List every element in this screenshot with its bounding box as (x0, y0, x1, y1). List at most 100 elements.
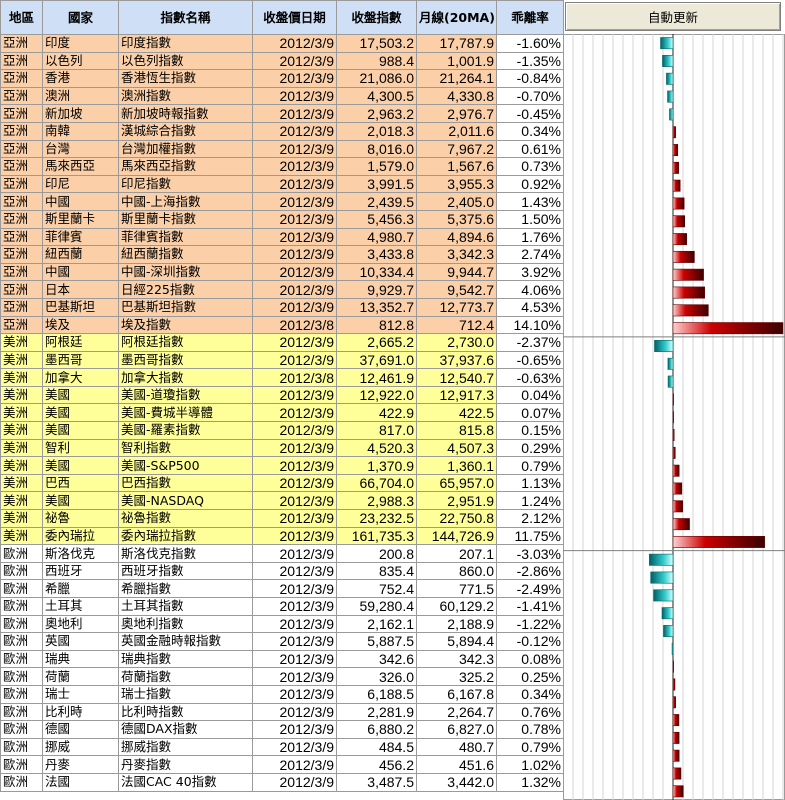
positive-deviation-bar (672, 429, 675, 442)
table-cell-deviation: 1.50% (496, 209, 564, 229)
table-cell-index-name: 希臘指數 (118, 579, 253, 598)
table-cell-date: 2012/3/9 (252, 157, 337, 176)
table-cell-ma20: 12,773.7 (416, 297, 497, 317)
table-cell-index-name: 台灣加權指數 (118, 139, 253, 159)
table-cell-index-name: 美國-羅素指數 (118, 421, 253, 440)
table-cell-date: 2012/3/9 (252, 139, 337, 159)
table-cell-date: 2012/3/9 (252, 614, 337, 634)
table-cell-deviation: -0.63% (496, 368, 564, 387)
table-cell-close: 12,922.0 (336, 385, 417, 405)
table-cell-close: 484.5 (336, 737, 417, 757)
table-cell-close: 66,704.0 (336, 473, 417, 493)
table-cell-region: 歐洲 (0, 614, 43, 634)
table-cell-region: 歐洲 (0, 561, 43, 581)
table-cell-region: 歐洲 (0, 737, 43, 757)
table-row: 歐洲 土耳其 土耳其指數 2012/3/9 59,280.4 60,129.2 -1.41% (0, 597, 564, 616)
negative-deviation-bar (671, 642, 674, 655)
table-cell-country: 德國 (42, 720, 119, 739)
table-cell-country: 紐西蘭 (42, 245, 119, 264)
table-row: 亞洲 印度 印度指數 2012/3/9 17,503.2 17,787.9 -1.60% (0, 34, 564, 53)
table-cell-index-name: 巴基斯坦指數 (118, 297, 253, 317)
table-cell-country: 日本 (42, 280, 119, 299)
table-cell-country: 美國 (42, 385, 119, 405)
table-cell-country: 西班牙 (42, 561, 119, 581)
table-cell-index-name: 日經225指數 (118, 280, 253, 299)
table-cell-ma20: 2,730.0 (416, 333, 497, 352)
table-cell-index-name: 法國CAC 40指數 (118, 772, 253, 792)
table-cell-region: 美洲 (0, 333, 43, 352)
table-cell-index-name: 印度指數 (118, 34, 253, 53)
table-cell-deviation: -3.03% (496, 544, 564, 563)
table-row: 美洲 美國 美國-羅素指數 2012/3/9 817.0 815.8 0.15% (0, 421, 564, 440)
table-row: 美洲 阿根廷 阿根廷指數 2012/3/9 2,665.2 2,730.0 -2.37% (0, 333, 564, 352)
header-ma20: 月線(20MA) (416, 0, 497, 35)
table-cell-deviation: 1.02% (496, 755, 564, 774)
table-cell-index-name: 奧地利指數 (118, 614, 253, 634)
table-cell-date: 2012/3/9 (252, 34, 337, 53)
table-cell-index-name: 荷蘭指數 (118, 667, 253, 686)
table-cell-close: 5,887.5 (336, 632, 417, 651)
table-cell-country: 奧地利 (42, 614, 119, 634)
table-cell-country: 挪威 (42, 737, 119, 757)
table-cell-close: 2,988.3 (336, 491, 417, 511)
table-cell-ma20: 771.5 (416, 579, 497, 598)
table-cell-country: 瑞士 (42, 684, 119, 704)
table-row: 亞洲 菲律賓 菲律賓指數 2012/3/9 4,980.7 4,894.6 1.76% (0, 227, 564, 247)
table-cell-close: 2,162.1 (336, 614, 417, 634)
table-cell-close: 988.4 (336, 51, 417, 71)
table-cell-date: 2012/3/9 (252, 280, 337, 299)
table-row: 歐洲 荷蘭 荷蘭指數 2012/3/9 326.0 325.2 0.25% (0, 667, 564, 686)
header-country: 國家 (42, 0, 119, 35)
table-cell-deviation: -0.12% (496, 632, 564, 651)
table-row: 歐洲 比利時 比利時指數 2012/3/9 2,281.9 2,264.7 0.76% (0, 702, 564, 722)
table-cell-index-name: 阿根廷指數 (118, 333, 253, 352)
table-cell-close: 342.6 (336, 649, 417, 669)
table-cell-date: 2012/3/8 (252, 368, 337, 387)
table-cell-deviation: 1.13% (496, 473, 564, 493)
table-cell-date: 2012/3/9 (252, 69, 337, 88)
table-cell-close: 4,980.7 (336, 227, 417, 247)
table-cell-date: 2012/3/9 (252, 333, 337, 352)
table-cell-close: 2,963.2 (336, 104, 417, 123)
table-cell-date: 2012/3/9 (252, 737, 337, 757)
table-cell-region: 亞洲 (0, 280, 43, 299)
table-cell-ma20: 480.7 (416, 737, 497, 757)
table-cell-close: 12,461.9 (336, 368, 417, 387)
table-cell-deviation: 4.53% (496, 297, 564, 317)
table-cell-date: 2012/3/9 (252, 491, 337, 511)
table-row: 亞洲 巴基斯坦 巴基斯坦指數 2012/3/9 13,352.7 12,773.7 4.53… (0, 297, 564, 317)
table-cell-deviation: 0.79% (496, 737, 564, 757)
table-cell-ma20: 1,567.6 (416, 157, 497, 176)
positive-deviation-bar (672, 482, 683, 495)
table-cell-close: 161,735.3 (336, 526, 417, 546)
table-cell-date: 2012/3/9 (252, 51, 337, 71)
auto-refresh-button[interactable]: 自動更新 (565, 2, 781, 31)
table-cell-country: 馬來西亞 (42, 157, 119, 176)
table-cell-ma20: 342.3 (416, 649, 497, 669)
positive-deviation-bar (672, 696, 676, 709)
header-row: 地區 國家 指數名稱 收盤價日期 收盤指數 月線(20MA) 乖離率 (0, 0, 564, 35)
table-cell-deviation: 0.34% (496, 121, 564, 141)
table-row: 美洲 智利 智利指數 2012/3/9 4,520.3 4,507.3 0.29% (0, 438, 564, 458)
table-cell-date: 2012/3/9 (252, 579, 337, 598)
table-cell-close: 3,487.5 (336, 772, 417, 792)
table-cell-country: 祕魯 (42, 509, 119, 528)
negative-deviation-bar (649, 553, 674, 566)
header-close-date: 收盤價日期 (252, 0, 337, 35)
positive-deviation-bar (672, 731, 680, 744)
table-cell-region: 亞洲 (0, 86, 43, 106)
table-body: 亞洲 印度 印度指數 2012/3/9 17,503.2 17,787.9 -1.60% 亞洲… (0, 34, 564, 792)
positive-deviation-bar (672, 535, 765, 548)
table-cell-deviation: 0.61% (496, 139, 564, 159)
table-cell-country: 委內瑞拉 (42, 526, 119, 546)
table-cell-ma20: 712.4 (416, 315, 497, 335)
positive-deviation-bar (672, 518, 690, 531)
table-row: 亞洲 南韓 漢城綜合指數 2012/3/9 2,018.3 2,011.6 0.34% (0, 121, 564, 141)
table-cell-date: 2012/3/9 (252, 438, 337, 458)
table-cell-date: 2012/3/9 (252, 684, 337, 704)
table-cell-close: 6,880.2 (336, 720, 417, 739)
table-row: 美洲 委內瑞拉 委內瑞拉指數 2012/3/9 161,735.3 144,726.9 11… (0, 526, 564, 546)
table-cell-close: 8,016.0 (336, 139, 417, 159)
table-cell-ma20: 5,375.6 (416, 209, 497, 229)
table-cell-date: 2012/3/9 (252, 667, 337, 686)
